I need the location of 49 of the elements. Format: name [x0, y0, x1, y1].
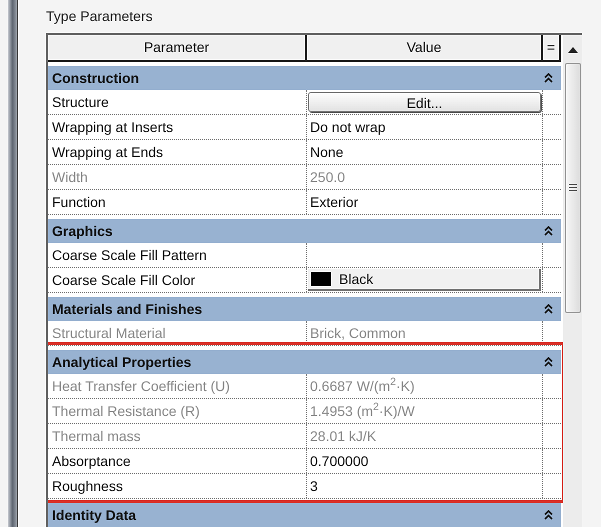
scroll-thumb[interactable] [564, 62, 580, 313]
group-title: Analytical Properties [52, 352, 192, 372]
column-header[interactable]: = [543, 34, 561, 60]
group-header[interactable]: Analytical Properties [48, 350, 561, 374]
parameter-name: Width [52, 168, 88, 186]
parameter-name: Structure [52, 92, 109, 112]
section-title: Type Parameters [46, 7, 154, 26]
collapse-icon[interactable] [544, 73, 553, 83]
value-text: 0.6687 W/(m$^{2}$·K) [310, 376, 415, 396]
value-text: 1.4953 (m$^{2}$·K)/W [310, 400, 415, 421]
collapse-icon[interactable] [544, 304, 553, 314]
edit-button[interactable]: Edit... [308, 92, 541, 112]
parameter-name: Structural Material [52, 324, 166, 342]
parameter-name: Wrapping at Ends [52, 142, 164, 162]
parameter-name: Thermal Resistance (R) [52, 402, 200, 421]
value-text: 0.700000 [310, 452, 368, 470]
value-text: Brick, Common [310, 324, 406, 342]
group-title: Construction [52, 68, 140, 88]
group-header[interactable]: Graphics [48, 219, 561, 243]
group-header[interactable]: Materials and Finishes [48, 297, 561, 321]
group-title: Graphics [52, 222, 113, 241]
column-header[interactable]: Value [307, 34, 543, 60]
color-button[interactable]: Black [308, 269, 541, 291]
parameter-name: Thermal mass [52, 426, 141, 446]
parameter-name: Roughness [52, 476, 123, 496]
scrollbar[interactable] [563, 34, 582, 527]
group-title: Identity Data [52, 506, 136, 525]
parameter-name: Wrapping at Inserts [52, 118, 174, 137]
value-text: Do not wrap [310, 118, 386, 137]
value-text: 250.0 [310, 168, 346, 186]
value-text: 28.01 kJ/K [310, 426, 376, 446]
group-title: Materials and Finishes [52, 300, 202, 318]
grip-icon [568, 184, 576, 192]
parameter-name: Absorptance [52, 452, 131, 471]
parameter-name: Function [52, 192, 106, 212]
group-header[interactable]: Construction [48, 66, 561, 90]
scroll-up-icon[interactable] [568, 46, 578, 53]
collapse-icon[interactable] [544, 226, 553, 236]
column-header[interactable]: Parameter [48, 34, 307, 60]
value-text: None [310, 142, 344, 162]
collapse-icon[interactable] [544, 510, 553, 520]
group-header[interactable]: Identity Data [48, 503, 561, 527]
parameter-name: Coarse Scale Fill Color [52, 270, 196, 290]
parameter-name: Coarse Scale Fill Pattern [52, 246, 207, 264]
value-text: 3 [310, 476, 318, 496]
parameter-name: Heat Transfer Coefficient (U) [52, 376, 230, 396]
value-text: Exterior [310, 192, 358, 212]
collapse-icon[interactable] [544, 357, 553, 367]
color-name: Black [339, 270, 374, 288]
